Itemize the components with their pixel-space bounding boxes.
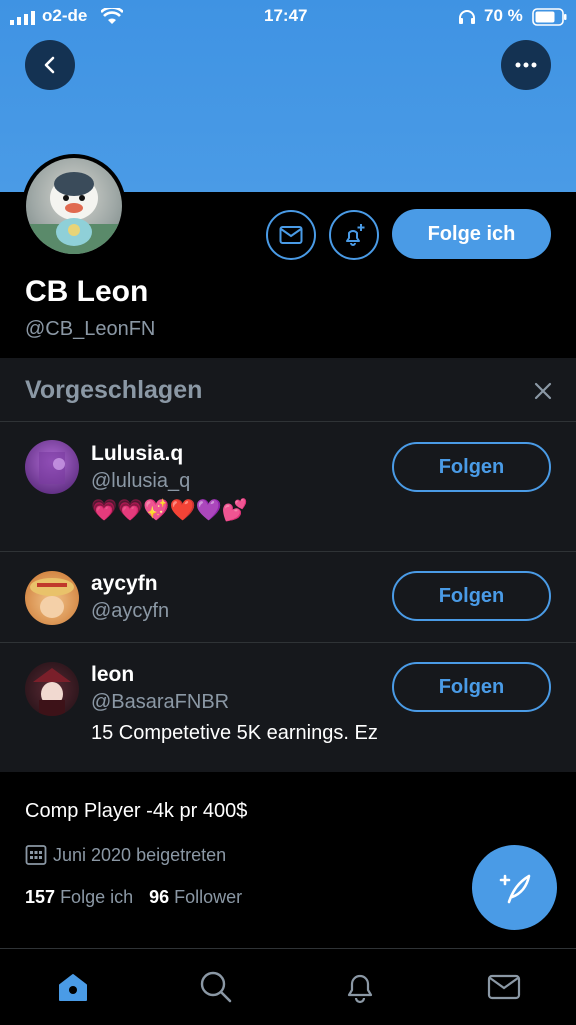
bell-plus-icon (346, 224, 365, 246)
calendar-icon (25, 845, 47, 865)
suggestion-bio: 💗💗💖❤️💜💕 (91, 498, 248, 522)
suggestion-handle: @aycyfn (91, 600, 170, 622)
home-icon (59, 974, 87, 1001)
suggestion-row[interactable]: aycyfn @aycyfn Folgen (0, 552, 576, 642)
avatar-image (30, 578, 74, 618)
message-button[interactable] (266, 210, 316, 260)
suggestion-handle: @lulusia_q (91, 470, 191, 492)
messages-icon (487, 974, 521, 1000)
follow-button[interactable]: Folgen (392, 571, 551, 621)
signal-icon (10, 11, 35, 25)
profile-bio: Comp Player -4k pr 400$ (25, 800, 248, 822)
followers-link[interactable]: 96 Follower (149, 887, 242, 908)
suggestion-name: leon (91, 663, 135, 686)
battery-percent: 70 % (484, 6, 523, 25)
follow-button[interactable]: Folgen (392, 662, 551, 712)
profile-handle: @CB_LeonFN (25, 318, 156, 340)
wifi-icon (101, 8, 123, 24)
suggestion-handle: @BasaraFNBR (91, 691, 230, 713)
profile-name: CB Leon (25, 275, 149, 308)
avatar (25, 571, 79, 625)
status-bar: o2-de 17:47 70 % (0, 0, 576, 34)
back-button[interactable] (25, 40, 75, 90)
compose-tweet-button[interactable] (472, 845, 557, 930)
suggestion-name: Lulusia.q (91, 442, 184, 465)
avatar (25, 440, 79, 494)
clock: 17:47 (264, 6, 308, 25)
suggested-title: Vorgeschlagen (25, 376, 203, 404)
notify-button[interactable] (329, 210, 379, 260)
suggestion-row[interactable]: Lulusia.q @lulusia_q 💗💗💖❤️💜💕 Folgen (0, 422, 576, 550)
suggestion-name: aycyfn (91, 572, 158, 595)
suggestion-row[interactable]: leon @BasaraFNBR 15 Competetive 5K earni… (0, 643, 576, 771)
headphones-icon (459, 10, 475, 24)
back-icon (44, 56, 55, 74)
follow-stats: 157 Folge ich 96 Follower (25, 887, 242, 908)
battery-icon (532, 8, 567, 26)
close-icon (534, 382, 552, 400)
tab-messages[interactable] (484, 967, 524, 1007)
compose-icon (499, 874, 530, 903)
mail-icon (279, 226, 303, 244)
avatar (25, 662, 79, 716)
carrier-label: o2-de (42, 6, 88, 25)
close-suggested-button[interactable] (531, 379, 555, 403)
followers-count: 96 (149, 887, 170, 907)
joined-date: Juni 2020 beigetreten (25, 844, 226, 866)
tab-bar (0, 948, 576, 1025)
suggestion-bio: 15 Competetive 5K earnings. Ez (91, 722, 378, 744)
avatar-image (33, 668, 71, 716)
avatar-image (39, 452, 65, 484)
search-icon (200, 971, 232, 1003)
following-link[interactable]: 157 Folge ich (25, 887, 133, 908)
following-button[interactable]: Folge ich (392, 209, 551, 259)
tab-home[interactable] (53, 967, 93, 1007)
following-label: Folge ich (60, 887, 134, 907)
follow-button[interactable]: Folgen (392, 442, 551, 492)
following-count: 157 (25, 887, 56, 907)
profile-avatar[interactable] (22, 154, 126, 258)
tab-search[interactable] (196, 967, 236, 1007)
more-button[interactable] (501, 40, 551, 90)
joined-label: Juni 2020 beigetreten (53, 844, 227, 865)
bell-icon (347, 974, 373, 1004)
tab-notifications[interactable] (340, 967, 380, 1007)
followers-label: Follower (174, 887, 243, 907)
more-icon (515, 62, 537, 68)
avatar-image (26, 172, 122, 254)
